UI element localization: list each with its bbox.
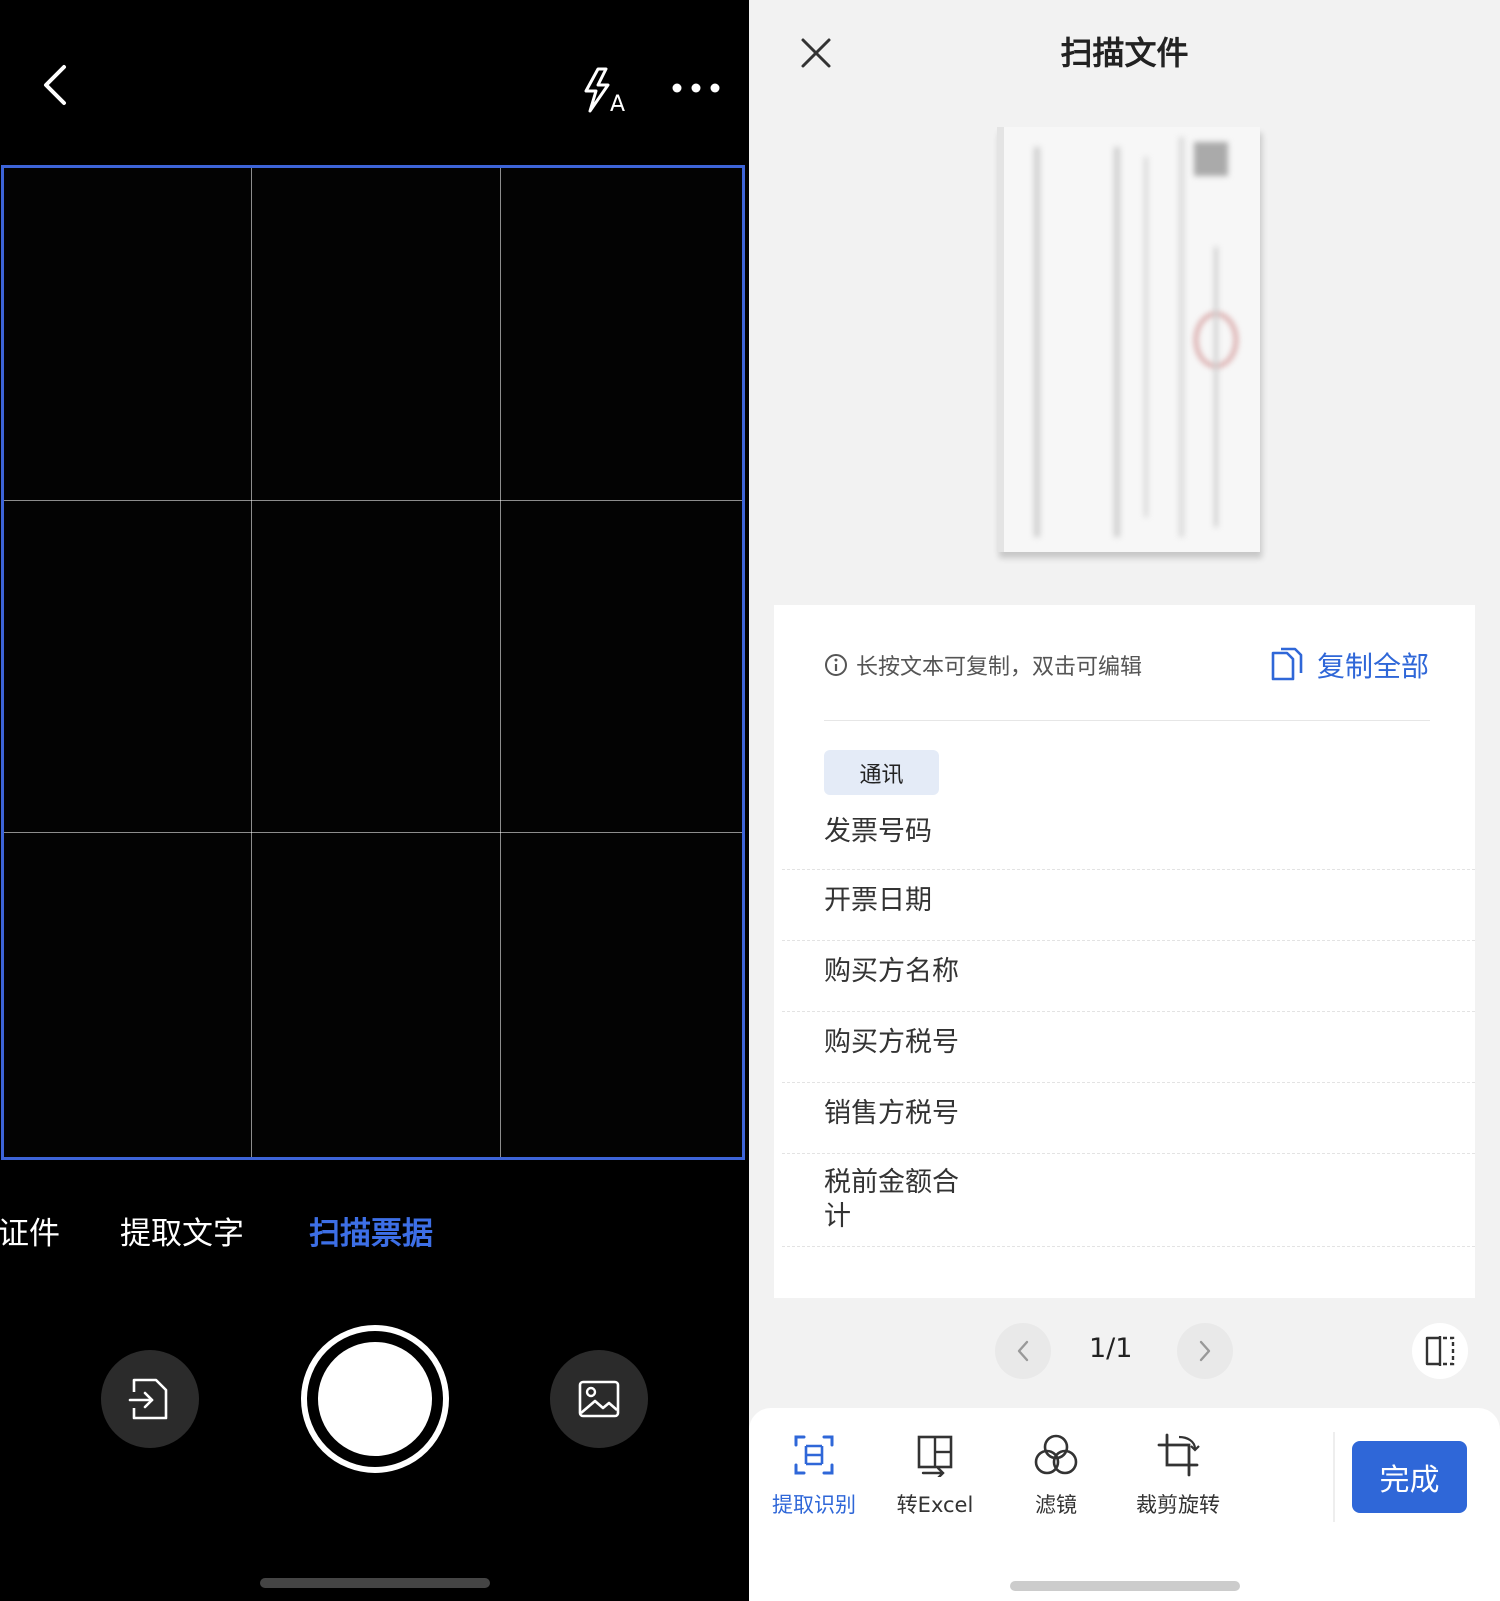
flash-auto-icon[interactable]: A xyxy=(575,62,631,118)
grid-line xyxy=(4,832,742,833)
page-navigator: 1/1 xyxy=(749,1323,1500,1379)
extract-icon xyxy=(794,1435,834,1475)
tool-label: 提取识别 xyxy=(772,1493,856,1517)
camera-viewfinder xyxy=(1,165,745,1160)
compare-view-button[interactable] xyxy=(1412,1323,1468,1379)
grid-line xyxy=(500,168,501,1157)
image-icon xyxy=(578,1380,620,1418)
more-options-icon[interactable] xyxy=(668,68,724,108)
field-row[interactable]: 税前金额合 计 xyxy=(782,1154,1475,1247)
bottom-toolbar: 提取识别 转Excel 滤镜 裁剪旋转 完成 xyxy=(749,1408,1500,1601)
field-label: 税前金额合 计 xyxy=(824,1167,959,1232)
page-indicator: 1/1 xyxy=(1089,1333,1133,1364)
home-indicator xyxy=(260,1578,490,1588)
field-row[interactable]: 发票号码 xyxy=(782,805,1475,870)
excel-icon xyxy=(917,1435,953,1480)
field-row[interactable]: 开票日期 xyxy=(782,870,1475,941)
chevron-left-icon xyxy=(1017,1340,1029,1362)
tool-crop-rotate[interactable]: 裁剪旋转 xyxy=(1123,1433,1233,1519)
tool-label: 裁剪旋转 xyxy=(1136,1493,1220,1517)
field-row[interactable]: 销售方税号 xyxy=(782,1083,1475,1154)
copy-all-label: 复制全部 xyxy=(1316,650,1429,683)
edit-hint: 长按文本可复制，双击可编辑 xyxy=(824,649,1142,681)
recognition-result-card: 长按文本可复制，双击可编辑 复制全部 通讯 发票号码 开票日期 购买方名称 购买… xyxy=(774,605,1475,1298)
gallery-button[interactable] xyxy=(550,1350,648,1448)
chevron-right-icon xyxy=(1199,1340,1211,1362)
scan-result-panel: 扫描文件 长按文本可复制，双击可编辑 复制全部 通讯 发票号码 开票日期 购买方… xyxy=(749,0,1500,1601)
prev-page-button[interactable] xyxy=(995,1323,1051,1379)
shutter-button[interactable] xyxy=(301,1325,449,1473)
shutter-inner xyxy=(314,1338,436,1460)
tool-label: 转Excel xyxy=(896,1493,974,1517)
blurred-content xyxy=(1034,147,1040,537)
blurred-content xyxy=(1114,147,1120,537)
import-document-button[interactable] xyxy=(101,1350,199,1448)
svg-text:A: A xyxy=(610,92,625,115)
crop-rotate-icon xyxy=(1157,1433,1200,1477)
field-label: 购买方税号 xyxy=(824,1027,959,1058)
grid-line xyxy=(4,500,742,501)
camera-panel: A 证件 提取文字 扫描票据 xyxy=(0,0,749,1601)
home-indicator xyxy=(1010,1581,1240,1591)
mode-certificate[interactable]: 证件 xyxy=(0,1208,60,1253)
field-label: 购买方名称 xyxy=(824,956,959,987)
back-icon[interactable] xyxy=(30,60,80,110)
tool-filter[interactable]: 滤镜 xyxy=(1001,1433,1111,1519)
copy-all-button[interactable]: 复制全部 xyxy=(1269,645,1429,685)
category-tag: 通讯 xyxy=(824,750,939,795)
field-label: 发票号码 xyxy=(824,816,932,847)
blurred-content xyxy=(1144,157,1148,517)
capture-mode-selector: 证件 提取文字 扫描票据 xyxy=(0,1208,749,1268)
field-label: 销售方税号 xyxy=(824,1098,959,1129)
edit-hint-text: 长按文本可复制，双击可编辑 xyxy=(856,655,1143,680)
field-row[interactable]: 购买方名称 xyxy=(782,941,1475,1012)
blurred-qr-code xyxy=(1194,142,1228,176)
page-title: 扫描文件 xyxy=(1060,34,1189,72)
divider xyxy=(824,720,1430,721)
toolbar-divider xyxy=(1333,1432,1335,1522)
copy-icon xyxy=(1271,647,1303,681)
import-file-icon xyxy=(128,1378,168,1420)
scanned-document-thumbnail[interactable] xyxy=(997,127,1260,552)
blurred-content xyxy=(1179,137,1184,537)
info-icon xyxy=(825,654,847,676)
field-label: 开票日期 xyxy=(824,885,932,916)
mode-scan-receipt[interactable]: 扫描票据 xyxy=(309,1208,433,1253)
tool-to-excel[interactable]: 转Excel xyxy=(880,1433,990,1519)
done-button[interactable]: 完成 xyxy=(1352,1441,1467,1513)
tool-extract[interactable]: 提取识别 xyxy=(759,1433,869,1519)
split-view-icon xyxy=(1425,1336,1455,1366)
tool-label: 滤镜 xyxy=(1035,1493,1077,1517)
grid-line xyxy=(251,168,252,1157)
blurred-content xyxy=(1214,247,1218,527)
field-row[interactable]: 购买方税号 xyxy=(782,1012,1475,1083)
filter-icon xyxy=(1034,1434,1078,1475)
next-page-button[interactable] xyxy=(1177,1323,1233,1379)
camera-top-bar: A xyxy=(0,0,749,165)
mode-extract-text[interactable]: 提取文字 xyxy=(120,1208,244,1253)
